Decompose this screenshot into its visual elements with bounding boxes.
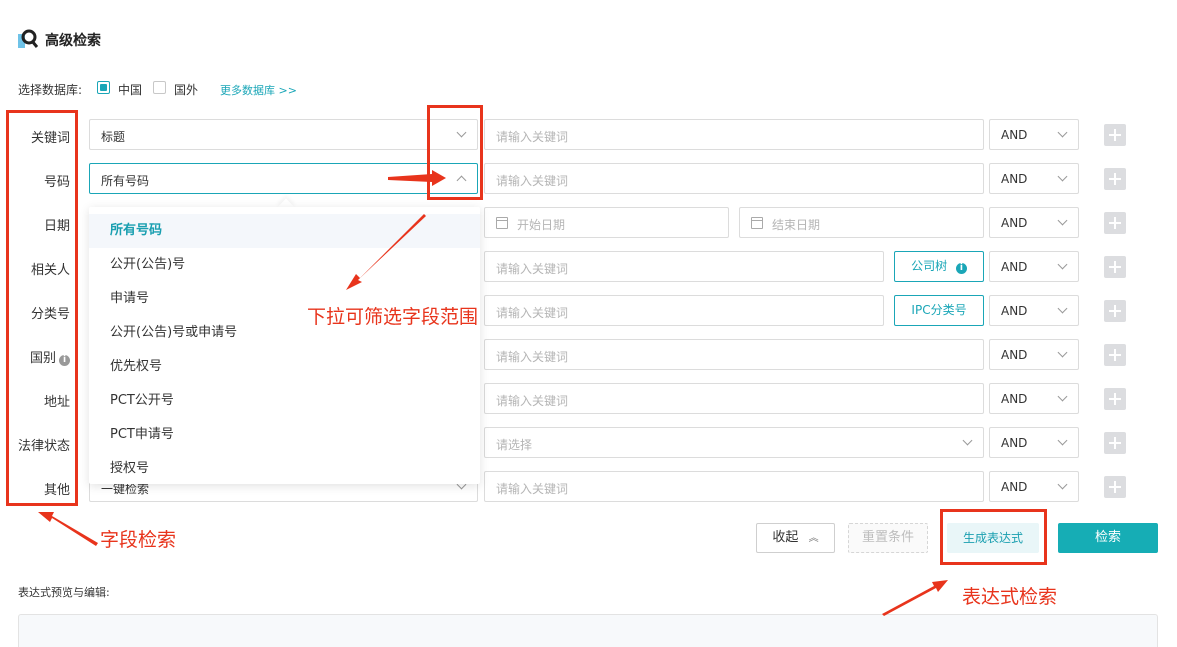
arrow-icon <box>882 580 948 616</box>
arrow-icon <box>346 214 426 290</box>
annotation-arrows <box>38 170 948 616</box>
arrow-icon <box>38 512 98 546</box>
arrow-icon <box>388 170 446 186</box>
